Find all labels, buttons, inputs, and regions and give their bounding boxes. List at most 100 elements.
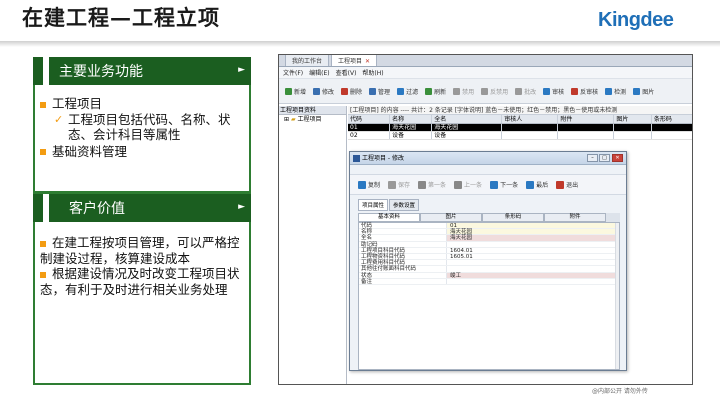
tab-workbench[interactable]: 我的工作台	[285, 55, 330, 66]
grid-column-header[interactable]: 审核人	[502, 115, 559, 123]
grid-header: 代码 名称 全名 审核人 附件 图片 条形码	[348, 115, 692, 124]
expand-icon[interactable]: ⊞	[284, 116, 291, 123]
form-label: 代码	[359, 223, 447, 229]
form-field[interactable]	[447, 260, 619, 265]
form-field[interactable]: 海天花园	[447, 235, 619, 241]
grid-column-header[interactable]: 附件	[558, 115, 615, 123]
tree-header: 工程项目资料	[279, 106, 346, 115]
form-field[interactable]: 1604.01	[447, 248, 619, 254]
menu-view[interactable]: 查看(V)	[336, 68, 357, 77]
close-icon[interactable]: ✕	[612, 154, 623, 162]
tree-node-project[interactable]: ⊞ ▰ 工程项目	[279, 115, 346, 124]
form-label: 其他往付账面科目代码	[359, 266, 447, 272]
toolbar-button-4[interactable]: 过滤	[394, 87, 421, 96]
form-field[interactable]: 海天花园	[447, 229, 619, 235]
menu-file[interactable]: 文件(F)	[283, 68, 303, 77]
toolbar-icon	[285, 87, 292, 95]
dialog-button-3[interactable]: 上一条	[451, 180, 485, 189]
menu-edit[interactable]: 编辑(E)	[309, 68, 329, 77]
table-cell	[652, 132, 692, 139]
dialog-titlebar: 工程项目 - 修改 – □ ✕	[350, 152, 626, 165]
list-item: 工程项目	[40, 96, 248, 112]
business-functions-header[interactable]: 主要业务功能 ►	[33, 57, 251, 85]
expand-arrow-icon[interactable]: ►	[238, 202, 245, 212]
business-functions-title: 主要业务功能	[59, 64, 143, 80]
toolbar-button-9[interactable]: 审核	[540, 87, 567, 96]
toolbar-icon	[571, 87, 579, 95]
dialog-button-5[interactable]: 最后	[523, 180, 551, 189]
tab-project[interactable]: 工程项目 ✕	[331, 55, 378, 66]
grid-column-header[interactable]: 条形码	[652, 115, 692, 123]
confidential-footer: @内部公开 请勿外传	[592, 388, 648, 395]
minimize-icon[interactable]: –	[587, 154, 598, 162]
dialog-button-icon	[358, 180, 366, 189]
menu-help[interactable]: 帮助(H)	[362, 68, 383, 77]
business-functions-list: 工程项目 ✓ 工程项目包括代码、名称、状态、会计科目等属性 基础资料管理	[40, 96, 248, 159]
tab-parameters[interactable]: 参数设置	[389, 199, 420, 211]
toolbar-button-6[interactable]: 禁用	[450, 87, 477, 96]
form-field[interactable]: 01	[447, 223, 619, 229]
form-field[interactable]	[447, 242, 619, 247]
toolbar-button-2[interactable]: 删除	[338, 87, 365, 96]
dialog-title: 工程项目 - 修改	[362, 155, 404, 162]
list-item: 基础资料管理	[40, 144, 248, 160]
header-notch	[43, 194, 49, 222]
form-field[interactable]	[447, 279, 619, 284]
toolbar-icon	[313, 87, 321, 95]
dialog-button-icon	[526, 180, 535, 189]
form-row: 备注	[359, 278, 619, 285]
customer-value-header[interactable]: 客户价值 ►	[33, 194, 251, 222]
form-scrollbar[interactable]	[615, 223, 619, 369]
form-field[interactable]: 竣工	[447, 272, 619, 279]
toolbar-button-0[interactable]: 新增	[282, 87, 309, 96]
toolbar-icon	[515, 87, 523, 95]
expand-arrow-icon[interactable]: ►	[238, 65, 245, 75]
kingdee-logo: Kingdee	[598, 9, 674, 31]
dialog-button-1[interactable]: 保存	[385, 180, 413, 189]
dialog-button-4[interactable]: 下一条	[487, 180, 521, 189]
form-label: 助记码	[359, 241, 447, 248]
toolbar-button-7[interactable]: 反禁用	[478, 87, 511, 96]
subtab-basic[interactable]: 基本资料	[358, 213, 420, 222]
grid-column-header[interactable]: 名称	[390, 115, 433, 123]
grid-column-header[interactable]: 代码	[348, 115, 391, 123]
table-row[interactable]: 02 设备 设备	[348, 132, 692, 140]
grid-column-header[interactable]: 图片	[614, 115, 652, 123]
toolbar-button-10[interactable]: 反审核	[568, 87, 601, 96]
maximize-icon[interactable]: □	[599, 154, 610, 162]
dialog-button-6[interactable]: 退出	[553, 180, 581, 189]
dialog-button-2[interactable]: 第一条	[415, 180, 449, 189]
toolbar-button-3[interactable]: 管理	[366, 87, 393, 96]
close-icon[interactable]: ✕	[365, 58, 370, 65]
dialog-button-icon	[388, 180, 397, 189]
subtab-barcode[interactable]: 条形码	[482, 213, 544, 222]
bullet-icon	[40, 240, 46, 247]
toolbar-button-12[interactable]: 图片	[630, 87, 657, 96]
tab-project-attributes[interactable]: 项目属性	[358, 199, 389, 211]
table-cell	[502, 124, 559, 131]
toolbar-icon	[481, 87, 489, 95]
toolbar-button-5[interactable]: 刷新	[422, 87, 449, 96]
table-cell: 海天花园	[390, 124, 433, 131]
toolbar-button-8[interactable]: 批改	[512, 87, 539, 96]
toolbar-button-11[interactable]: 检测	[602, 87, 629, 96]
form-field[interactable]: 1605.01	[447, 254, 619, 260]
dialog-button-icon	[454, 180, 463, 189]
form-field[interactable]	[447, 266, 619, 271]
list-item: 在建工程按项目管理，可以严格控制建设过程，核算建设成本	[40, 235, 240, 266]
toolbar-icon	[543, 87, 551, 95]
table-cell	[652, 124, 692, 131]
form-label: 全名	[359, 235, 447, 241]
grid-column-header[interactable]: 全名	[432, 115, 503, 123]
subtab-attachment[interactable]: 附件	[544, 213, 606, 222]
dialog-button-0[interactable]: 复制	[355, 180, 383, 189]
table-row[interactable]: 01 海天花园 海天花园	[348, 124, 692, 132]
table-cell: 01	[348, 124, 391, 131]
toolbar-icon	[341, 87, 349, 95]
form-label: 状态	[359, 272, 447, 279]
header-notch	[43, 57, 49, 85]
form-label: 备注	[359, 278, 447, 285]
subtab-image[interactable]: 图片	[420, 213, 482, 222]
table-cell	[502, 132, 559, 139]
toolbar-button-1[interactable]: 修改	[310, 87, 337, 96]
